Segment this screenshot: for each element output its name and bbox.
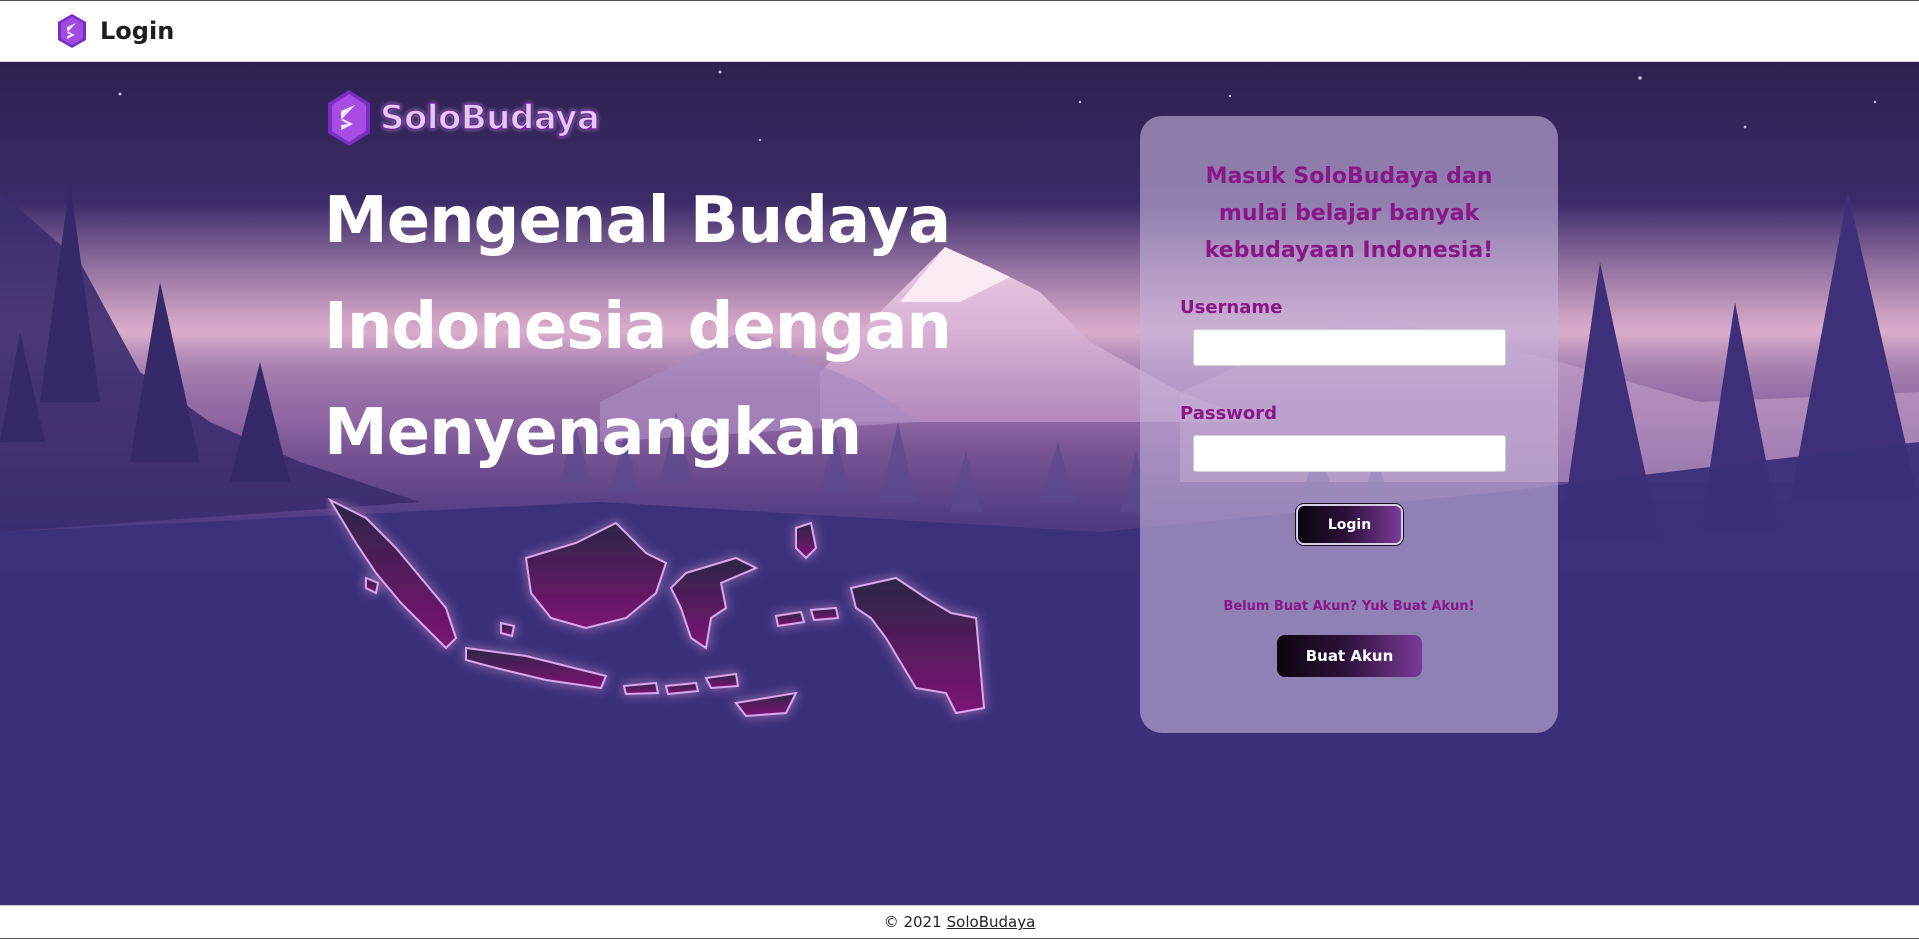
headline-line-2: Indonesia dengan <box>324 290 952 364</box>
headline-line-1: Mengenal Budaya <box>324 184 951 258</box>
copyright-text: © 2021 <box>883 913 942 931</box>
solobudaya-logo-icon <box>328 90 370 146</box>
hero-section: SoloBudaya Mengenal Budaya Indonesia den… <box>0 62 1919 905</box>
footer: © 2021 SoloBudaya <box>0 905 1919 939</box>
signup-prompt-text: Belum Buat Akun? Yuk Buat Akun! <box>1223 599 1475 614</box>
hero-headline: Mengenal Budaya Indonesia dengan Menyena… <box>324 168 964 486</box>
username-label: Username <box>1180 297 1283 318</box>
create-account-button[interactable]: Buat Akun <box>1277 635 1422 677</box>
footer-brand-link[interactable]: SoloBudaya <box>947 913 1036 931</box>
brand-name: SoloBudaya <box>379 97 600 139</box>
login-card-title: Masuk SoloBudaya dan mulai belajar banya… <box>1204 164 1494 263</box>
password-field[interactable] <box>1193 435 1506 472</box>
page-title: Login <box>100 17 175 45</box>
headline-line-3: Menyenangkan <box>324 396 862 470</box>
brand-logo: SoloBudaya <box>328 90 601 146</box>
username-field[interactable] <box>1193 329 1506 366</box>
login-button[interactable]: Login <box>1296 504 1403 545</box>
solobudaya-logo-icon[interactable] <box>58 14 86 48</box>
indonesia-map-icon <box>327 498 986 718</box>
top-navbar: Login <box>0 0 1919 62</box>
password-label: Password <box>1180 403 1278 424</box>
login-card: Masuk SoloBudaya dan mulai belajar banya… <box>1140 116 1558 733</box>
